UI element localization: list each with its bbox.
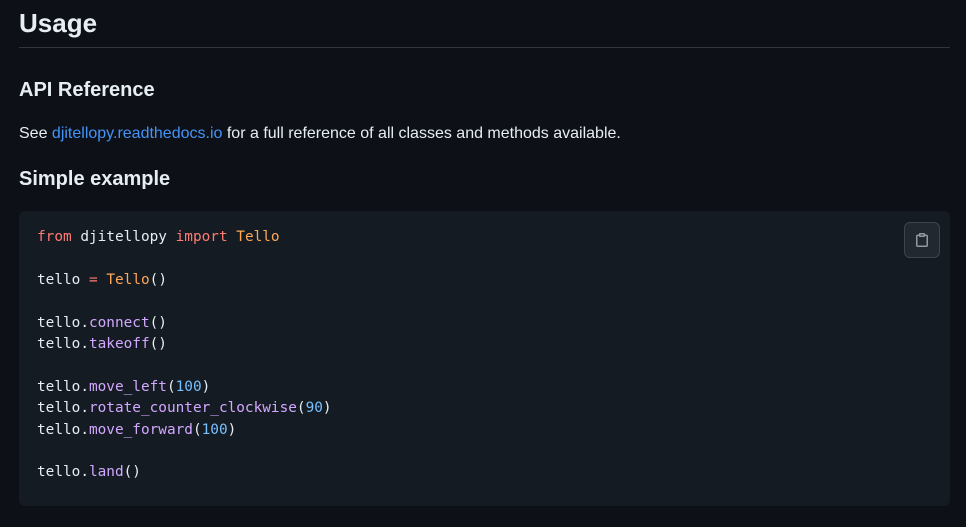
- usage-heading: Usage: [19, 0, 950, 48]
- code-token: from: [37, 229, 72, 245]
- code-token: 90: [305, 400, 323, 417]
- copy-code-button[interactable]: [904, 222, 940, 258]
- code-line: tello = Tello(): [37, 272, 167, 288]
- code-token: connect: [88, 314, 150, 331]
- code-token: =: [88, 271, 98, 288]
- code-block: from djitellopy import Tello tello = Tel…: [19, 211, 950, 506]
- code-line: tello.land(): [37, 464, 141, 480]
- code-token: tello.: [37, 378, 89, 395]
- code-line: tello.move_forward(100): [37, 422, 236, 438]
- api-reference-paragraph: See djitellopy.readthedocs.io for a full…: [19, 122, 950, 146]
- paragraph-text-before: See: [19, 125, 52, 142]
- code-token: 100: [175, 378, 202, 395]
- code-token: tello.: [37, 421, 89, 438]
- code-token: move_left: [88, 378, 167, 395]
- code-token: tello.: [37, 336, 89, 353]
- code-content[interactable]: from djitellopy import Tello tello = Tel…: [37, 227, 932, 484]
- code-token: land: [88, 464, 124, 481]
- code-token: (): [149, 271, 167, 288]
- code-token: import: [175, 229, 228, 245]
- readme-content: Usage API Reference See djitellopy.readt…: [0, 0, 966, 527]
- code-token: (): [123, 464, 141, 481]
- code-line: tello.rotate_counter_clockwise(90): [37, 400, 332, 416]
- code-token: (: [296, 400, 306, 417]
- code-line: tello.move_left(100): [37, 379, 210, 395]
- readthedocs-link[interactable]: djitellopy.readthedocs.io: [52, 125, 222, 142]
- code-line: tello.takeoff(): [37, 336, 167, 352]
- code-token: Tello: [106, 271, 150, 288]
- code-token: takeoff: [88, 336, 150, 353]
- paragraph-text-after: for a full reference of all classes and …: [222, 125, 621, 142]
- code-token: djitellopy: [71, 229, 176, 245]
- code-token: ): [227, 421, 237, 438]
- code-token: (: [166, 378, 176, 395]
- code-token: (): [149, 336, 167, 353]
- code-token: rotate_counter_clockwise: [88, 400, 297, 417]
- code-token: (): [149, 314, 167, 331]
- code-token: tello.: [37, 400, 89, 417]
- clipboard-icon: [916, 233, 928, 247]
- simple-example-heading: Simple example: [19, 168, 171, 190]
- code-token: Tello: [236, 229, 280, 245]
- code-line: tello.connect(): [37, 315, 167, 331]
- code-token: tello.: [37, 464, 89, 481]
- code-token: 100: [201, 421, 228, 438]
- code-token: ): [201, 378, 211, 395]
- code-token: tello.: [37, 314, 89, 331]
- api-reference-heading: API Reference: [19, 79, 155, 101]
- code-token: (: [192, 421, 202, 438]
- code-line: from djitellopy import Tello: [37, 229, 280, 245]
- code-token: ): [322, 400, 332, 417]
- code-token: tello: [37, 271, 89, 288]
- code-token: move_forward: [88, 421, 193, 438]
